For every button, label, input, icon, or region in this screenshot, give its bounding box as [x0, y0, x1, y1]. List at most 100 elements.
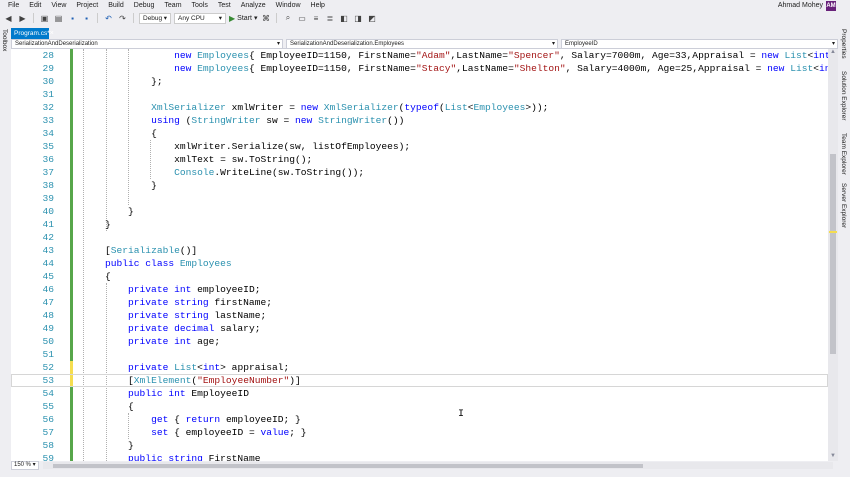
- code-line[interactable]: 56 get { return employeeID; }: [11, 413, 828, 426]
- open-file-icon[interactable]: ▤: [53, 13, 64, 24]
- menu-debug[interactable]: Debug: [129, 0, 160, 11]
- zoom-select[interactable]: 150 % ▾: [11, 461, 39, 470]
- code-line[interactable]: 41}: [11, 218, 828, 231]
- tab-program-cs[interactable]: Program.cs* ×: [11, 28, 54, 39]
- menu-test[interactable]: Test: [213, 0, 236, 11]
- vertical-scrollbar[interactable]: ▲ ▼: [828, 49, 838, 461]
- code-line[interactable]: 35 xmlWriter.Serialize(sw, listOfEmployee…: [11, 140, 828, 153]
- menu-build[interactable]: Build: [103, 0, 129, 11]
- solution-explorer-tab[interactable]: Solution Explorer: [840, 71, 847, 121]
- menu-edit[interactable]: Edit: [24, 0, 46, 11]
- code-line[interactable]: 52 private List<int> appraisal;: [11, 361, 828, 374]
- attach-icon[interactable]: ⌘: [260, 13, 271, 24]
- horizontal-scrollbar[interactable]: [43, 462, 833, 469]
- code-token: .WriteLine(sw.ToString());: [214, 167, 365, 178]
- platform-select[interactable]: Any CPU ▾: [174, 12, 226, 24]
- bookmark-next-icon[interactable]: ◨: [352, 13, 363, 24]
- code-token: }: [105, 219, 111, 230]
- find-icon[interactable]: ⌕: [282, 13, 293, 24]
- type-dropdown[interactable]: SerializationAndDeserialization.Employee…: [286, 39, 558, 49]
- code-line[interactable]: 36 xmlText = sw.ToString();: [11, 153, 828, 166]
- code-line[interactable]: 47 private string firstName;: [11, 296, 828, 309]
- code-text: xmlText = sw.ToString();: [174, 153, 312, 166]
- new-project-icon[interactable]: ▣: [39, 13, 50, 24]
- user-name[interactable]: Ahmad Mohey: [778, 0, 823, 11]
- code-line[interactable]: 29 new Employees{ EmployeeID=1150, FirstN…: [11, 62, 828, 75]
- close-icon[interactable]: ×: [50, 28, 54, 39]
- configuration-select[interactable]: Debug ▾: [139, 12, 171, 24]
- undo-icon[interactable]: ↶: [103, 13, 114, 24]
- line-number: 48: [42, 310, 54, 321]
- code-line[interactable]: 42: [11, 231, 828, 244]
- code-line[interactable]: 44 public class Employees: [11, 257, 828, 270]
- project-dropdown[interactable]: SerializationAndDeserialization ▾: [11, 39, 283, 49]
- code-line[interactable]: 59 public string FirstName: [11, 452, 828, 461]
- code-line[interactable]: 54 public int EmployeeID: [11, 387, 828, 400]
- code-text: public int EmployeeID: [128, 387, 249, 400]
- member-dropdown[interactable]: EmployeeID ▾: [561, 39, 838, 49]
- bookmark-prev-icon[interactable]: ◧: [338, 13, 349, 24]
- code-line[interactable]: 53 [XmlElement("EmployeeNumber")]: [11, 374, 828, 387]
- code-line[interactable]: 49 private decimal salary;: [11, 322, 828, 335]
- standard-toolbar: ◀ ▶ ▣ ▤ ▪ ▪ ↶ ↷ Debug ▾ Any CPU ▾ ▶ Start …: [0, 11, 850, 25]
- code-line[interactable]: 34 {: [11, 127, 828, 140]
- user-account[interactable]: Ahmad Mohey AM: [778, 0, 836, 11]
- scrollbar-thumb[interactable]: [830, 154, 836, 354]
- code-line[interactable]: 58}: [11, 439, 828, 452]
- code-token: ; }: [289, 427, 307, 438]
- menu-window[interactable]: Window: [271, 0, 306, 11]
- code-line[interactable]: 40}: [11, 205, 828, 218]
- line-number: 32: [42, 102, 54, 113]
- code-line[interactable]: 55 {: [11, 400, 828, 413]
- code-line[interactable]: 39: [11, 192, 828, 205]
- code-line[interactable]: 51: [11, 348, 828, 361]
- menu-project[interactable]: Project: [71, 0, 103, 11]
- properties-tab[interactable]: Properties: [840, 29, 847, 59]
- code-line[interactable]: 57 set { employeeID = value; }: [11, 426, 828, 439]
- back-icon[interactable]: ◀: [3, 13, 14, 24]
- code-line[interactable]: 32 XmlSerializer xmlWriter = new XmlSeria…: [11, 101, 828, 114]
- menu-team[interactable]: Team: [159, 0, 186, 11]
- code-line[interactable]: 38}: [11, 179, 828, 192]
- code-token: , Salary=7000m, Age=33,Appraisal =: [559, 50, 762, 61]
- code-line[interactable]: 33 using (StringWriter sw = new StringWri…: [11, 114, 828, 127]
- line-number: 34: [42, 128, 54, 139]
- comment-icon[interactable]: ≡: [310, 13, 321, 24]
- code-line[interactable]: 37 Console.WriteLine(sw.ToString());: [11, 166, 828, 179]
- save-icon[interactable]: ▪: [67, 13, 78, 24]
- code-token: ,LastName=: [456, 63, 514, 74]
- code-line[interactable]: 50 private int age;: [11, 335, 828, 348]
- menu-analyze[interactable]: Analyze: [236, 0, 271, 11]
- type-token: XmlElement: [133, 375, 192, 386]
- code-editor[interactable]: 28 new Employees{ EmployeeID=1150, FirstN…: [11, 49, 828, 461]
- code-line[interactable]: 45 {: [11, 270, 828, 283]
- menu-tools[interactable]: Tools: [187, 0, 213, 11]
- code-line[interactable]: 48 private string lastName;: [11, 309, 828, 322]
- code-line[interactable]: 28 new Employees{ EmployeeID=1150, FirstN…: [11, 49, 828, 62]
- code-line[interactable]: 43 [Serializable()]: [11, 244, 828, 257]
- avatar[interactable]: AM: [826, 0, 836, 11]
- line-number: 53: [42, 375, 54, 386]
- save-all-icon[interactable]: ▪: [81, 13, 92, 24]
- code-line[interactable]: 31: [11, 88, 828, 101]
- keyword-token: public string: [128, 453, 209, 461]
- scroll-down-icon[interactable]: ▼: [828, 453, 838, 461]
- string-token: "Adam": [415, 50, 451, 61]
- start-button[interactable]: ▶ Start ▾: [229, 14, 257, 23]
- forward-icon[interactable]: ▶: [17, 13, 28, 24]
- code-line[interactable]: 46 private int employeeID;: [11, 283, 828, 296]
- menu-view[interactable]: View: [46, 0, 71, 11]
- uncomment-icon[interactable]: ≣: [324, 13, 335, 24]
- server-explorer-tab[interactable]: Server Explorer: [840, 183, 847, 228]
- menu-file[interactable]: File: [3, 0, 24, 11]
- redo-icon[interactable]: ↷: [117, 13, 128, 24]
- team-explorer-tab[interactable]: Team Explorer: [840, 133, 847, 175]
- chevron-down-icon: ▾: [253, 15, 258, 22]
- code-line[interactable]: 30};: [11, 75, 828, 88]
- scroll-up-icon[interactable]: ▲: [828, 49, 838, 57]
- bookmark-icon[interactable]: ▭: [296, 13, 307, 24]
- bookmark-clear-icon[interactable]: ◩: [366, 13, 377, 24]
- toolbox-tab[interactable]: Toolbox: [1, 29, 8, 51]
- menu-help[interactable]: Help: [306, 0, 330, 11]
- scrollbar-thumb[interactable]: [53, 464, 643, 468]
